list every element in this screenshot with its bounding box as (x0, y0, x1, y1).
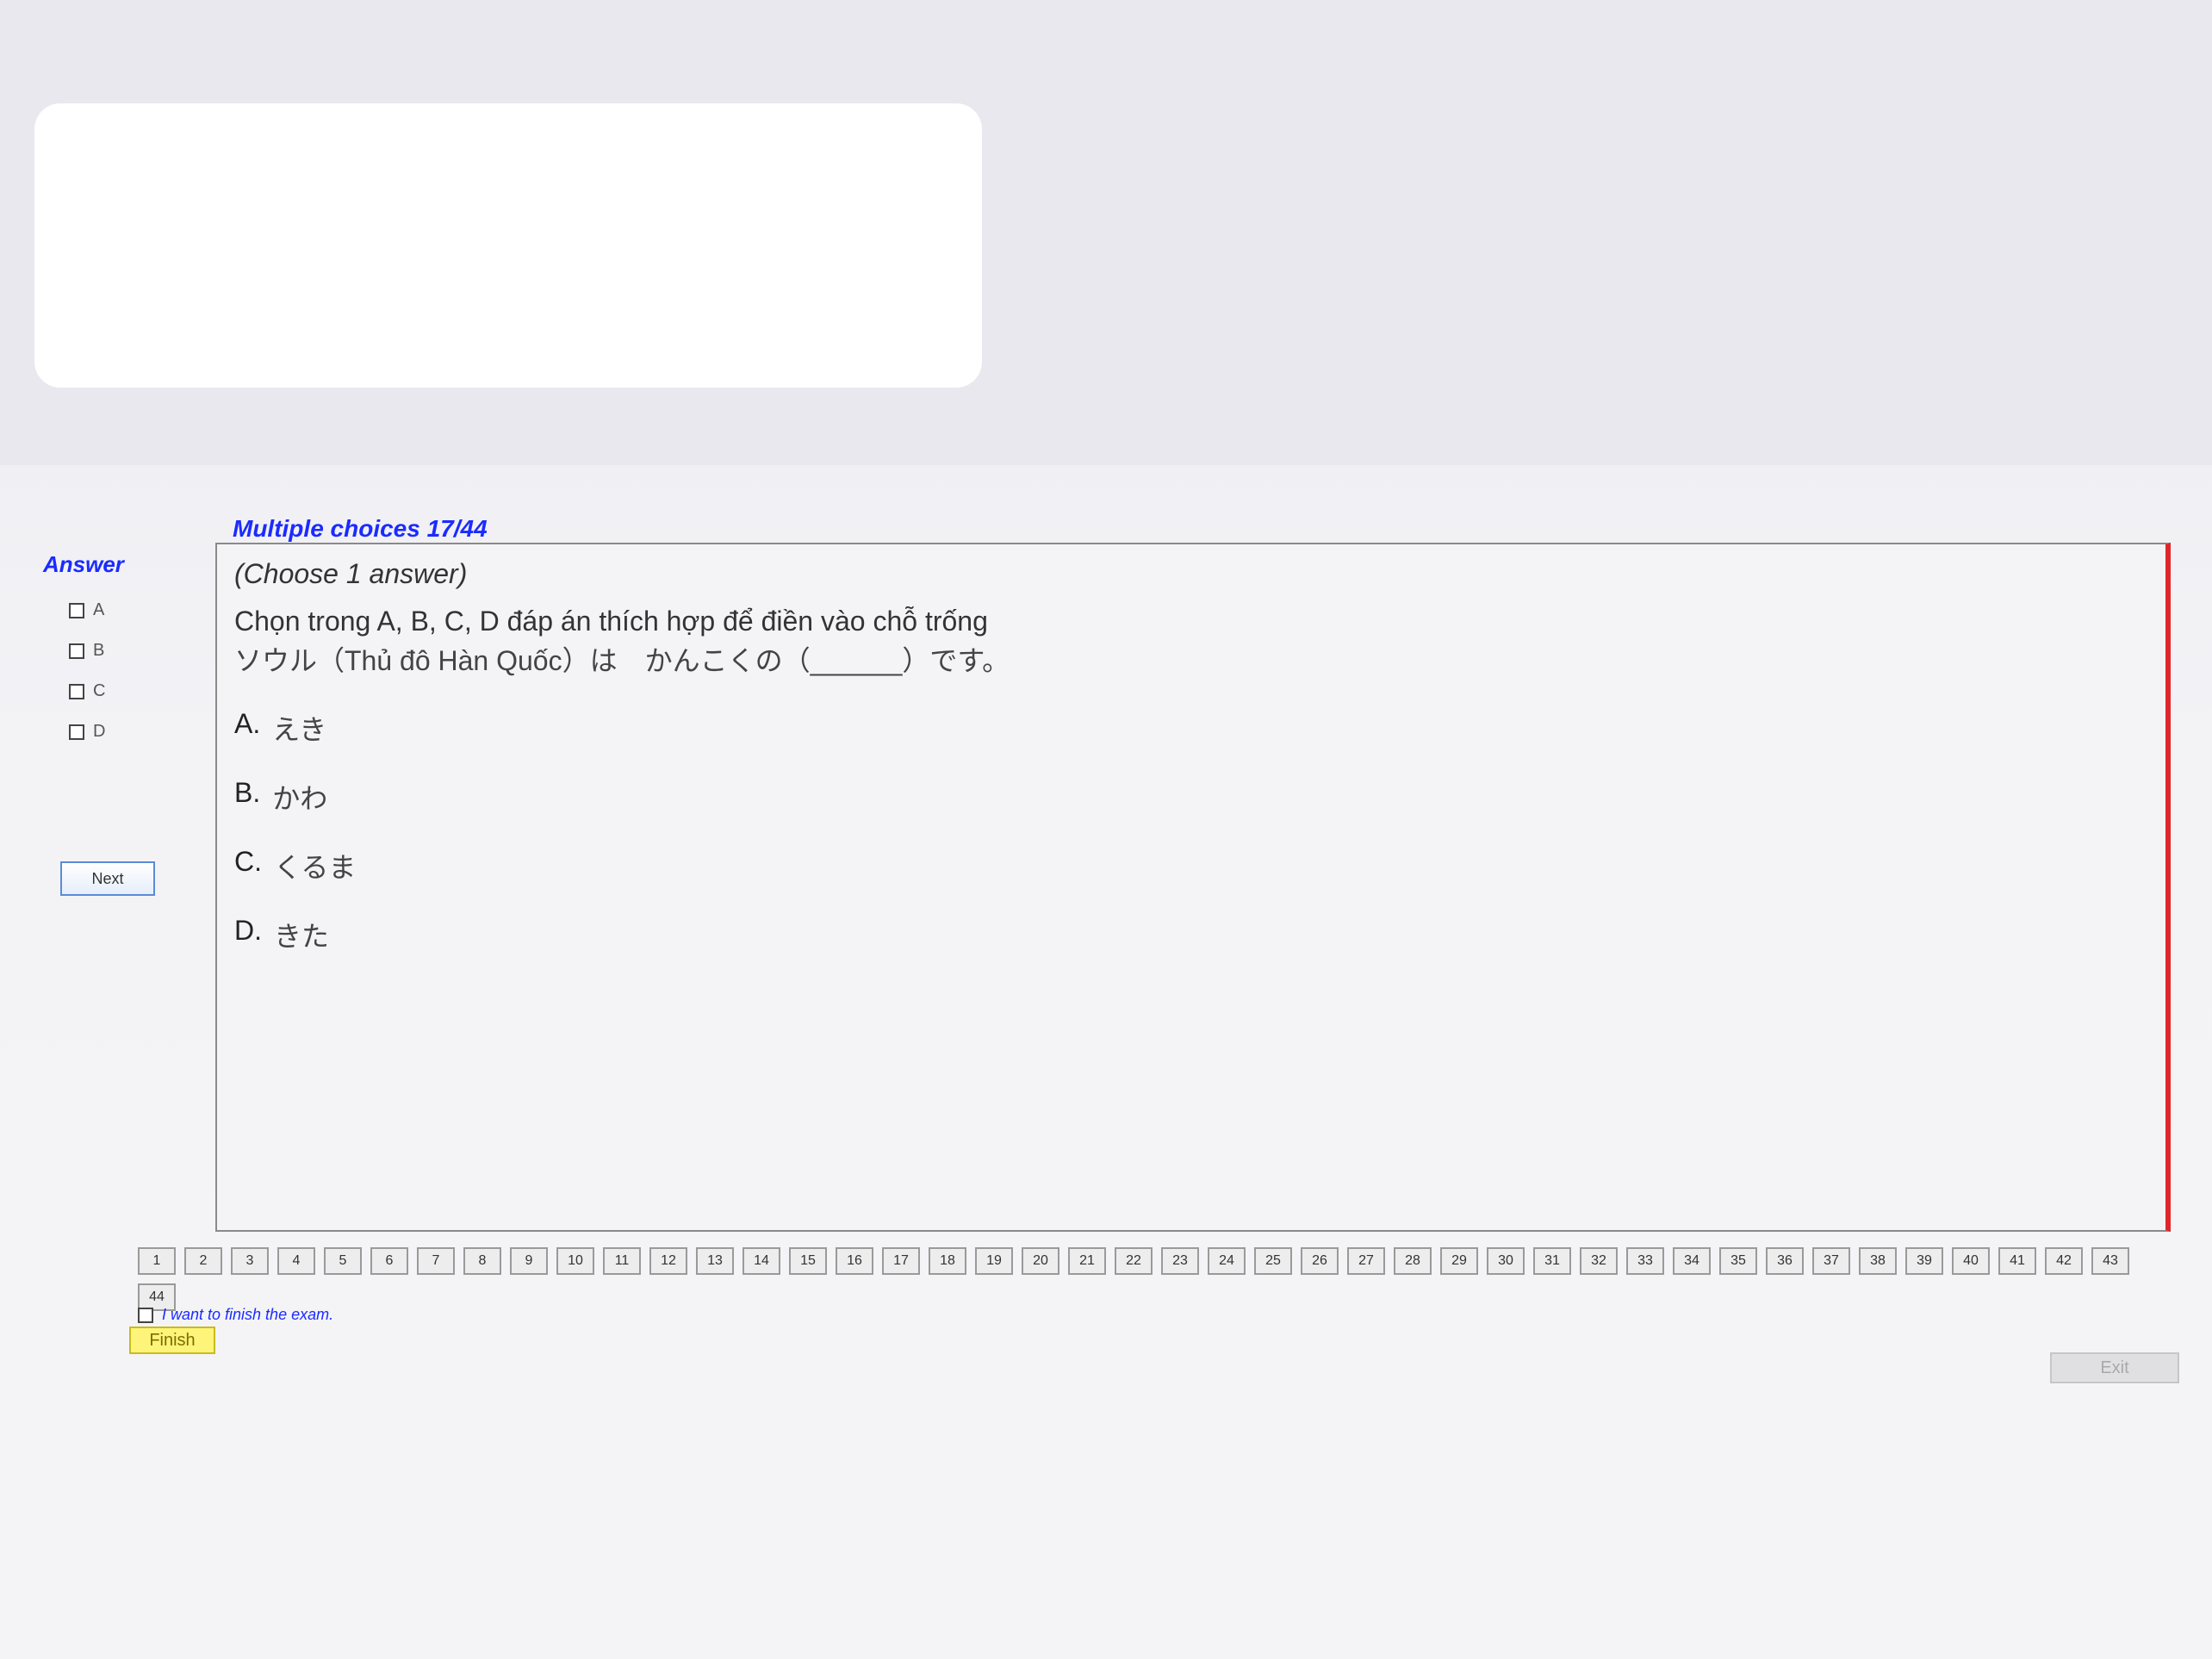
answer-option-c[interactable]: C (69, 681, 207, 701)
question-nav-button[interactable]: 23 (1161, 1247, 1199, 1275)
answer-option-d-label: D (93, 722, 106, 741)
choice-c-letter: C. (234, 846, 262, 877)
question-nav-button[interactable]: 36 (1766, 1247, 1804, 1275)
finish-button[interactable]: Finish (129, 1327, 215, 1354)
question-nav-button[interactable]: 25 (1254, 1247, 1292, 1275)
question-nav-button[interactable]: 35 (1719, 1247, 1757, 1275)
question-nav-button[interactable]: 9 (510, 1247, 548, 1275)
question-counter: Multiple choices 17/44 (233, 515, 488, 542)
question-nav-button[interactable]: 43 (2091, 1247, 2129, 1275)
redacted-title-block (34, 103, 982, 388)
choice-a-text: えき (272, 714, 327, 745)
question-nav-button[interactable]: 2 (184, 1247, 222, 1275)
checkbox-c[interactable] (69, 683, 84, 699)
question-nav-button[interactable]: 7 (417, 1247, 455, 1275)
question-nav-button[interactable]: 6 (370, 1247, 408, 1275)
question-nav-button[interactable]: 5 (324, 1247, 362, 1275)
question-nav-button[interactable]: 4 (277, 1247, 315, 1275)
choice-a-letter: A. (234, 708, 261, 739)
choice-a: A. えき (234, 708, 2148, 748)
question-nav-button[interactable]: 13 (696, 1247, 734, 1275)
question-nav-button[interactable]: 26 (1301, 1247, 1339, 1275)
answer-panel: Answer A B C D Next (43, 551, 207, 948)
choice-b-text: かわ (272, 783, 328, 814)
question-nav-button[interactable]: 34 (1673, 1247, 1711, 1275)
question-sentence: ソウル（Thủ đô Hàn Quốc）は かんこくの（______）です。 (234, 645, 1010, 676)
answer-option-b[interactable]: B (69, 641, 207, 661)
question-content-box: (Choose 1 answer) Chọn trong A, B, C, D … (215, 543, 2171, 1232)
question-nav-button[interactable]: 33 (1626, 1247, 1664, 1275)
question-nav-button[interactable]: 12 (649, 1247, 687, 1275)
choice-b: B. かわ (234, 777, 2148, 817)
finish-exam-checkbox[interactable] (138, 1307, 153, 1323)
question-nav-button[interactable]: 21 (1068, 1247, 1106, 1275)
question-nav-button[interactable]: 37 (1812, 1247, 1850, 1275)
next-button[interactable]: Next (60, 861, 155, 896)
exam-screen: Multiple choices 17/44 Answer A B C D Ne… (0, 0, 2212, 1659)
choose-instruction: (Choose 1 answer) (234, 558, 468, 589)
question-nav-button[interactable]: 8 (463, 1247, 501, 1275)
choice-c-text: くるま (274, 852, 357, 883)
question-nav-button[interactable]: 19 (975, 1247, 1013, 1275)
question-nav-button[interactable]: 28 (1394, 1247, 1432, 1275)
question-nav-button[interactable]: 31 (1533, 1247, 1571, 1275)
question-instruction: Chọn trong A, B, C, D đáp án thích hợp đ… (234, 606, 988, 637)
question-nav-button[interactable]: 24 (1208, 1247, 1246, 1275)
question-nav-button[interactable]: 32 (1580, 1247, 1618, 1275)
finish-exam-label: I want to finish the exam. (162, 1306, 334, 1323)
question-nav-button[interactable]: 27 (1347, 1247, 1385, 1275)
answer-option-d[interactable]: D (69, 722, 207, 742)
question-nav-button[interactable]: 18 (929, 1247, 966, 1275)
finish-exam-checkbox-row[interactable]: I want to finish the exam. (138, 1306, 333, 1324)
answer-title: Answer (43, 551, 124, 577)
question-nav-button[interactable]: 15 (789, 1247, 827, 1275)
question-nav-button[interactable]: 39 (1905, 1247, 1943, 1275)
choice-d: D. きた (234, 915, 2148, 954)
question-nav-button[interactable]: 38 (1859, 1247, 1897, 1275)
question-nav-button[interactable]: 40 (1952, 1247, 1990, 1275)
question-nav-button[interactable]: 30 (1487, 1247, 1525, 1275)
question-nav-button[interactable]: 14 (743, 1247, 780, 1275)
question-nav-button[interactable]: 11 (603, 1247, 641, 1275)
question-nav-button[interactable]: 29 (1440, 1247, 1478, 1275)
answer-option-b-label: B (93, 641, 105, 660)
question-nav: 1 2 3 4 5 6 7 8 9 10 11 12 13 14 15 16 17 18 19 20 21 22 23 24 2… (138, 1247, 2171, 1311)
choice-d-letter: D. (234, 915, 262, 946)
question-nav-button[interactable]: 20 (1022, 1247, 1059, 1275)
checkbox-d[interactable] (69, 724, 84, 740)
checkbox-b[interactable] (69, 643, 84, 659)
answer-option-c-label: C (93, 681, 106, 700)
checkbox-a[interactable] (69, 602, 84, 618)
question-nav-button[interactable]: 10 (556, 1247, 594, 1275)
exit-button[interactable]: Exit (2050, 1352, 2179, 1383)
answer-option-a[interactable]: A (69, 600, 207, 620)
question-nav-button[interactable]: 1 (138, 1247, 176, 1275)
question-nav-button[interactable]: 16 (836, 1247, 873, 1275)
question-nav-button[interactable]: 41 (1998, 1247, 2036, 1275)
title-area (0, 0, 2212, 465)
answer-option-a-label: A (93, 600, 105, 619)
choice-d-text: きた (274, 921, 330, 952)
question-nav-button[interactable]: 17 (882, 1247, 920, 1275)
choice-c: C. くるま (234, 846, 2148, 885)
choice-b-letter: B. (234, 777, 261, 808)
question-nav-button[interactable]: 42 (2045, 1247, 2083, 1275)
question-nav-button[interactable]: 3 (231, 1247, 269, 1275)
question-nav-button[interactable]: 22 (1115, 1247, 1153, 1275)
